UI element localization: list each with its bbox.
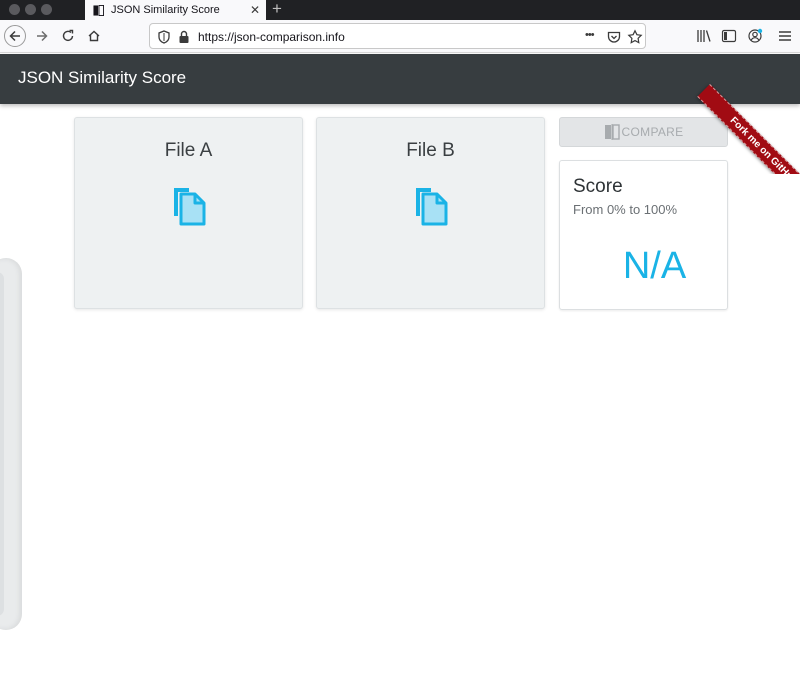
forward-button[interactable] — [31, 25, 53, 47]
file-a-title: File A — [164, 140, 213, 161]
library-icon[interactable] — [696, 28, 712, 44]
copy-files-icon — [174, 188, 206, 226]
file-b-dropzone[interactable]: File B — [316, 117, 545, 309]
browser-tab-strip: JSON Similarity Score ✕ + — [0, 0, 800, 20]
url-bar[interactable]: https://json-comparison.info ••• — [149, 23, 646, 49]
browser-tab[interactable]: JSON Similarity Score ✕ — [85, 0, 266, 20]
pocket-icon[interactable] — [606, 29, 622, 45]
side-panel-inner — [0, 272, 4, 616]
tab-title: JSON Similarity Score — [111, 4, 220, 16]
menu-icon[interactable] — [777, 28, 793, 44]
star-icon[interactable] — [627, 29, 643, 45]
file-a-dropzone[interactable]: File A — [74, 117, 303, 309]
browser-nav-bar: https://json-comparison.info ••• — [0, 20, 800, 53]
score-title: Score — [573, 176, 623, 197]
compare-icon — [604, 124, 620, 140]
window-minimize-dot[interactable] — [25, 4, 36, 15]
arrow-right-icon — [37, 30, 48, 42]
url-text: https://json-comparison.info — [198, 30, 345, 44]
score-value: N/A — [622, 245, 687, 287]
copy-files-icon — [416, 188, 448, 226]
side-panel-shadow — [0, 258, 22, 630]
score-subtitle: From 0% to 100% — [573, 202, 678, 217]
sidebar-icon[interactable] — [721, 28, 737, 44]
shield-icon[interactable] — [156, 29, 172, 45]
app-header: JSON Similarity Score — [0, 54, 800, 104]
reload-icon — [62, 29, 74, 42]
compare-button[interactable]: COMPARE — [559, 117, 728, 147]
compare-label: COMPARE — [621, 125, 684, 139]
reload-button[interactable] — [57, 25, 79, 47]
score-card: Score From 0% to 100% N/A — [559, 160, 728, 310]
account-icon[interactable] — [747, 28, 763, 44]
window-zoom-dot[interactable] — [41, 4, 52, 15]
app-title: JSON Similarity Score — [18, 68, 187, 87]
lock-icon[interactable] — [176, 29, 192, 45]
new-tab-icon[interactable]: + — [272, 0, 282, 19]
tab-close-icon[interactable]: ✕ — [250, 3, 260, 17]
page-actions-icon[interactable]: ••• — [585, 29, 595, 41]
compare-favicon-icon — [93, 4, 104, 16]
back-button[interactable] — [4, 25, 26, 47]
home-button[interactable] — [83, 25, 105, 47]
home-icon — [88, 30, 100, 42]
file-b-title: File B — [406, 140, 455, 161]
arrow-left-icon — [9, 30, 20, 42]
window-close-dot[interactable] — [9, 4, 20, 15]
